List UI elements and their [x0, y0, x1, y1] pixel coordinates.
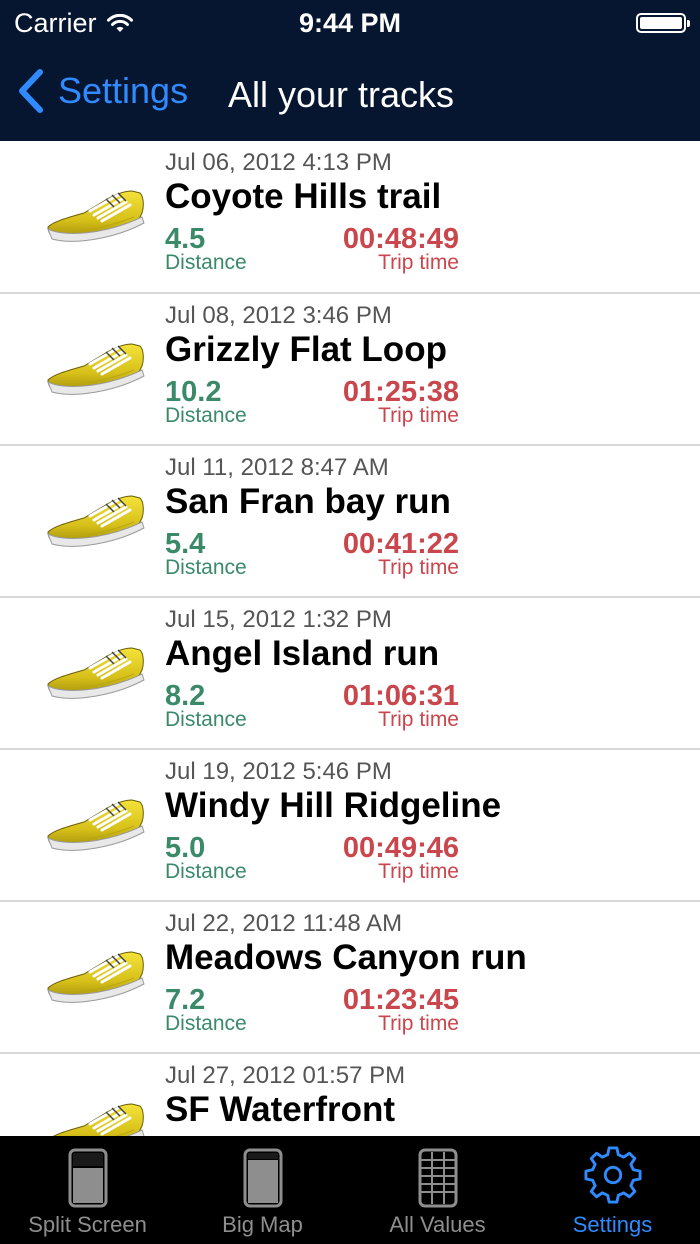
trip-time-label: Trip time	[378, 708, 459, 731]
tab-bar: Split Screen Big Map All Values Settings	[0, 1136, 700, 1244]
track-name: Windy Hill Ridgeline	[165, 786, 502, 825]
status-time: 9:44 PM	[298, 8, 402, 38]
tab-label: Big Map	[222, 1212, 303, 1237]
navigation-bar: Settings All your tracks	[0, 46, 700, 141]
running-shoe-icon	[46, 646, 146, 700]
back-button-label: Settings	[58, 70, 189, 111]
tracks-list[interactable]: Jul 06, 2012 4:13 PM Coyote Hills trail …	[0, 141, 700, 1136]
running-shoe-icon	[46, 798, 146, 852]
all-values-icon	[418, 1148, 457, 1208]
distance-label: Distance	[165, 251, 247, 274]
status-bar: Carrier 9:44 PM	[0, 0, 700, 46]
tab-all-values[interactable]: All Values	[350, 1136, 525, 1244]
running-shoe-icon	[46, 950, 146, 1004]
app-screen: Carrier 9:44 PM Settings All your tracks…	[0, 0, 700, 1244]
distance-label: Distance	[165, 708, 247, 731]
battery-tip	[687, 20, 690, 27]
running-shoe-icon	[46, 494, 146, 548]
track-row[interactable]: Jul 11, 2012 8:47 AM San Fran bay run 5.…	[0, 446, 700, 598]
tab-label: All Values	[389, 1212, 486, 1237]
back-button[interactable]: Settings	[16, 68, 188, 114]
running-shoe-icon	[46, 342, 146, 396]
chevron-left-icon	[19, 69, 43, 113]
track-row[interactable]: Jul 15, 2012 1:32 PM Angel Island run 8.…	[0, 598, 700, 750]
track-date: Jul 19, 2012 5:46 PM	[165, 758, 392, 785]
tab-big-map[interactable]: Big Map	[175, 1136, 350, 1244]
trip-time-label: Trip time	[378, 251, 459, 274]
top-bar: Carrier 9:44 PM Settings All your tracks	[0, 0, 700, 141]
track-date: Jul 06, 2012 4:13 PM	[165, 149, 392, 176]
battery-icon	[636, 13, 690, 33]
track-row[interactable]: Jul 27, 2012 01:57 PM SF Waterfront	[0, 1054, 700, 1136]
trip-time-label: Trip time	[378, 404, 459, 427]
trip-time-label: Trip time	[378, 860, 459, 883]
track-date: Jul 27, 2012 01:57 PM	[165, 1062, 406, 1089]
running-shoe-icon	[46, 1102, 146, 1136]
battery-level	[640, 17, 682, 29]
track-name: Grizzly Flat Loop	[165, 330, 447, 369]
split-screen-icon	[68, 1148, 107, 1208]
page-title: All your tracks	[228, 74, 455, 115]
track-name: Meadows Canyon run	[165, 938, 527, 977]
distance-label: Distance	[165, 556, 247, 579]
track-date: Jul 15, 2012 1:32 PM	[165, 606, 392, 633]
tab-split-screen[interactable]: Split Screen	[0, 1136, 175, 1244]
distance-label: Distance	[165, 1012, 247, 1035]
track-name: Coyote Hills trail	[165, 177, 442, 216]
gear-icon	[583, 1146, 642, 1204]
track-row[interactable]: Jul 19, 2012 5:46 PM Windy Hill Ridgelin…	[0, 750, 700, 902]
track-date: Jul 11, 2012 8:47 AM	[165, 454, 389, 481]
big-map-icon	[243, 1148, 282, 1208]
track-name: San Fran bay run	[165, 482, 451, 521]
tab-label: Split Screen	[28, 1212, 147, 1237]
track-row[interactable]: Jul 06, 2012 4:13 PM Coyote Hills trail …	[0, 141, 700, 294]
distance-label: Distance	[165, 404, 247, 427]
trip-time-label: Trip time	[378, 556, 459, 579]
distance-label: Distance	[165, 860, 247, 883]
tab-settings[interactable]: Settings	[525, 1136, 700, 1244]
running-shoe-icon	[46, 189, 146, 243]
trip-time-label: Trip time	[378, 1012, 459, 1035]
track-row[interactable]: Jul 22, 2012 11:48 AM Meadows Canyon run…	[0, 902, 700, 1054]
tab-label: Settings	[572, 1212, 653, 1237]
track-row[interactable]: Jul 08, 2012 3:46 PM Grizzly Flat Loop 1…	[0, 294, 700, 446]
track-date: Jul 22, 2012 11:48 AM	[165, 910, 403, 937]
track-name: SF Waterfront	[165, 1090, 396, 1129]
track-name: Angel Island run	[165, 634, 440, 673]
track-date: Jul 08, 2012 3:46 PM	[165, 302, 392, 329]
